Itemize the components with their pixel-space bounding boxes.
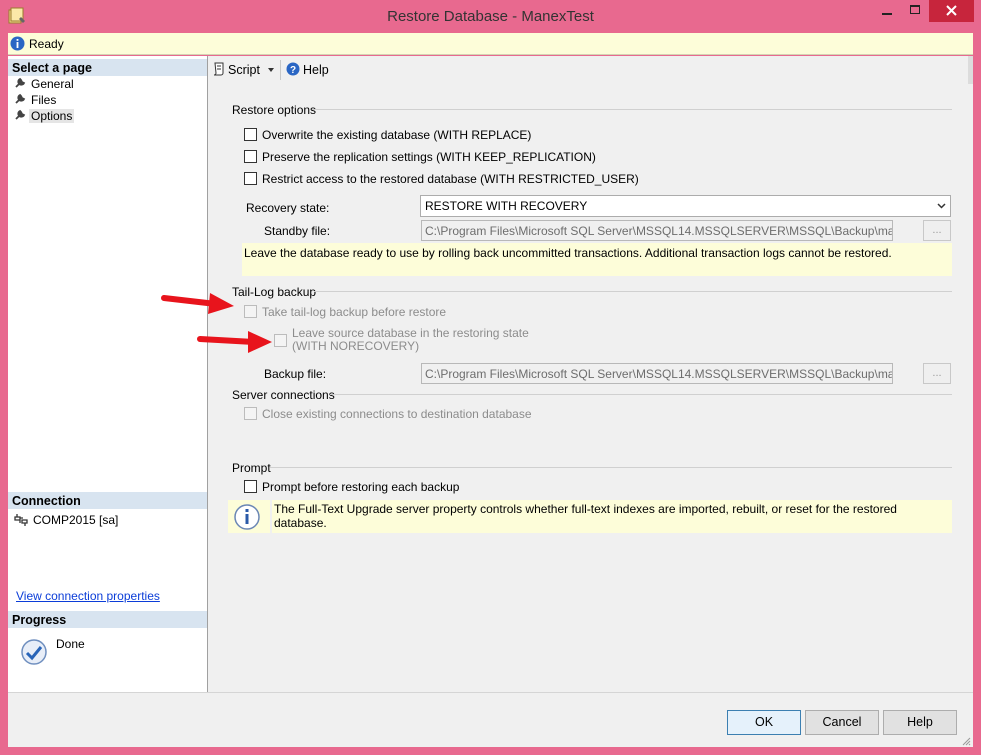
help-button[interactable]: Help: [883, 710, 957, 735]
help-label: Help: [303, 63, 329, 77]
standby-file-field[interactable]: C:\Program Files\Microsoft SQL Server\MS…: [421, 220, 893, 241]
page-general[interactable]: General: [14, 77, 76, 93]
progress-value: Done: [56, 637, 85, 651]
info-icon: [234, 504, 260, 530]
page-label: Files: [31, 93, 57, 107]
page-options[interactable]: Options: [14, 109, 75, 125]
restore-options-header: Restore options: [232, 103, 317, 117]
page-label: Options: [29, 109, 75, 123]
tail-log-header: Tail-Log backup: [232, 285, 317, 299]
standby-browse-button[interactable]: ...: [923, 220, 951, 241]
preserve-replication-label: Preserve the replication settings (WITH …: [262, 150, 596, 164]
connection-icon: [14, 514, 28, 526]
take-tail-log-checkbox[interactable]: [244, 305, 257, 318]
window-title: Restore Database - ManexTest: [387, 8, 594, 25]
right-panel: Script ? Help Restore options Overwrite …: [161, 56, 973, 692]
connection-value: COMP2015 [sa]: [33, 513, 119, 527]
select-page-header: Select a page: [8, 59, 207, 76]
fulltext-info-note: The Full-Text Upgrade server property co…: [272, 500, 952, 533]
close-icon: [946, 5, 957, 16]
script-icon: [213, 62, 224, 76]
section-divider: [330, 394, 952, 395]
section-divider: [312, 109, 952, 110]
button-bar: OK Cancel Help: [8, 692, 973, 747]
connection-info: COMP2015 [sa]: [14, 513, 118, 527]
chevron-down-icon: [937, 203, 946, 209]
wrench-icon: [15, 77, 26, 88]
page-label: General: [31, 77, 74, 91]
section-divider: [270, 467, 952, 468]
scrollbar[interactable]: [968, 56, 973, 84]
view-connection-properties-link[interactable]: View connection properties: [16, 589, 160, 603]
ok-button[interactable]: OK: [727, 710, 801, 735]
status-bar: Ready: [8, 33, 973, 55]
red-arrow-icon: [161, 293, 234, 314]
recovery-state-select[interactable]: RESTORE WITH RECOVERY: [420, 195, 951, 217]
connection-header: Connection: [8, 492, 207, 509]
wrench-icon: [15, 93, 26, 104]
progress-header: Progress: [8, 611, 207, 628]
section-divider: [314, 291, 952, 292]
page-files[interactable]: Files: [14, 93, 58, 109]
prompt-before-label: Prompt before restoring each backup: [262, 480, 460, 494]
close-connections-checkbox[interactable]: [244, 407, 257, 420]
backup-file-label: Backup file:: [264, 367, 327, 381]
wrench-icon: [15, 109, 26, 120]
restrict-access-label: Restrict access to the restored database…: [262, 172, 639, 186]
leave-source-line2: (WITH NORECOVERY): [292, 339, 420, 353]
script-label: Script: [228, 63, 260, 77]
backup-file-browse-button[interactable]: ...: [923, 363, 951, 384]
script-button[interactable]: Script: [212, 62, 260, 77]
checkmark-icon: [21, 639, 47, 665]
dialog-client: Select a page General Files Options Conn…: [8, 56, 973, 747]
maximize-icon: [910, 5, 920, 14]
cancel-button[interactable]: Cancel: [805, 710, 879, 735]
standby-file-label: Standby file:: [264, 224, 331, 238]
help-toolbar-button[interactable]: ? Help: [286, 62, 329, 77]
toolbar-separator: [280, 60, 281, 80]
server-connections-header: Server connections: [232, 388, 335, 402]
overwrite-checkbox[interactable]: [244, 128, 257, 141]
recovery-state-label: Recovery state:: [246, 201, 330, 215]
restrict-access-checkbox[interactable]: [244, 172, 257, 185]
close-connections-label: Close existing connections to destinatio…: [262, 407, 532, 421]
info-icon: [10, 36, 25, 51]
red-arrow-icon: [197, 331, 272, 353]
help-icon: ?: [286, 62, 300, 76]
preserve-replication-checkbox[interactable]: [244, 150, 257, 163]
prompt-before-checkbox[interactable]: [244, 480, 257, 493]
script-dropdown-arrow-icon[interactable]: [268, 68, 274, 72]
overwrite-label: Overwrite the existing database (WITH RE…: [262, 128, 532, 142]
close-button[interactable]: [929, 0, 974, 22]
toolbar: Script ? Help: [208, 56, 973, 84]
backup-file-field[interactable]: C:\Program Files\Microsoft SQL Server\MS…: [421, 363, 893, 384]
title-bar: Restore Database - ManexTest: [0, 0, 981, 33]
recovery-state-value: RESTORE WITH RECOVERY: [425, 199, 588, 213]
maximize-button[interactable]: [900, 0, 930, 22]
status-text: Ready: [29, 37, 64, 51]
left-panel: Select a page General Files Options Conn…: [8, 56, 208, 692]
take-tail-log-label: Take tail-log backup before restore: [262, 305, 447, 319]
recovery-note: Leave the database ready to use by rolli…: [242, 243, 952, 276]
leave-source-label: Leave source database in the restoring s…: [292, 327, 529, 353]
prompt-header: Prompt: [232, 461, 271, 475]
svg-text:?: ?: [290, 65, 296, 76]
info-note-icon-box: [228, 500, 270, 533]
resize-grip-icon[interactable]: [961, 736, 971, 746]
minimize-button[interactable]: [872, 0, 902, 22]
minimize-icon: [882, 13, 892, 15]
